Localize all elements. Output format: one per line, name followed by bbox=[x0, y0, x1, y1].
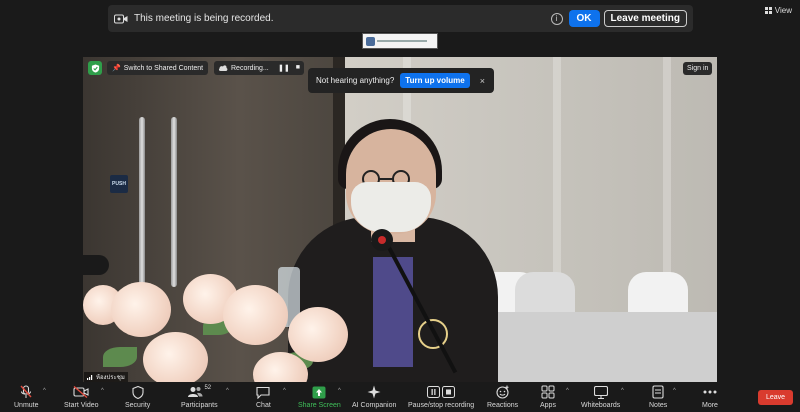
pin-icon: 📌 bbox=[112, 65, 121, 72]
unmute-button[interactable]: Unmute bbox=[14, 385, 39, 409]
microphone-left bbox=[83, 255, 109, 275]
participants-icon bbox=[188, 387, 203, 397]
chair bbox=[515, 272, 575, 317]
ai-companion-label: AI Companion bbox=[352, 402, 397, 409]
recording-label: Recording... bbox=[231, 64, 269, 72]
not-hearing-text: Not hearing anything? bbox=[316, 76, 395, 85]
whiteboards-button[interactable]: Whiteboards bbox=[581, 385, 620, 409]
start-video-button[interactable]: Start Video bbox=[64, 385, 99, 409]
stop-recording-icon[interactable]: ■ bbox=[296, 64, 300, 72]
recording-status: Recording... ❚❚ ■ bbox=[214, 61, 304, 75]
shared-content-thumbnail[interactable] bbox=[362, 33, 438, 49]
view-label: View bbox=[774, 6, 792, 15]
participant-count: 52 bbox=[204, 385, 212, 391]
notes-options-chevron-icon[interactable]: ^ bbox=[673, 388, 676, 394]
recording-banner: This meeting is being recorded. i OK Lea… bbox=[108, 5, 693, 32]
shield-icon bbox=[132, 385, 144, 399]
switch-to-shared-content-button[interactable]: 📌 Switch to Shared Content bbox=[107, 61, 209, 75]
notes-icon bbox=[652, 385, 664, 399]
reactions-icon bbox=[496, 385, 509, 399]
thumbnail-line bbox=[377, 40, 427, 42]
participant-video: PUSH bbox=[83, 57, 717, 382]
sign-in-button[interactable]: Sign in bbox=[683, 62, 713, 75]
video-off-icon bbox=[73, 386, 89, 398]
pause-recording-icon[interactable]: ❚❚ bbox=[278, 64, 290, 72]
flower bbox=[111, 282, 171, 337]
mic-muted-icon bbox=[20, 385, 32, 398]
ai-companion-icon bbox=[367, 385, 381, 399]
door-handle bbox=[171, 117, 177, 287]
leave-meeting-button[interactable]: Leave meeting bbox=[603, 10, 687, 27]
share-options-chevron-icon[interactable]: ^ bbox=[338, 388, 341, 394]
share-screen-label: Share Screen bbox=[298, 402, 341, 409]
microphone-head bbox=[371, 229, 393, 251]
flower bbox=[223, 285, 288, 345]
participants-label: Participants bbox=[181, 402, 218, 409]
person-shirt bbox=[373, 257, 413, 367]
participant-name-tag: ห้องประชุม bbox=[84, 372, 128, 382]
curtain bbox=[663, 57, 671, 277]
turn-up-volume-button[interactable]: Turn up volume bbox=[400, 73, 470, 88]
start-video-label: Start Video bbox=[64, 402, 99, 409]
curtain bbox=[553, 57, 561, 277]
notes-button[interactable]: Notes bbox=[649, 385, 667, 409]
apps-options-chevron-icon[interactable]: ^ bbox=[566, 388, 569, 394]
not-hearing-toast: Not hearing anything? Turn up volume × bbox=[308, 68, 494, 93]
apps-label: Apps bbox=[540, 402, 556, 409]
ok-button[interactable]: OK bbox=[568, 10, 600, 27]
pause-stop-recording-label: Pause/stop recording bbox=[408, 402, 475, 409]
chair bbox=[628, 272, 688, 317]
recording-camera-icon bbox=[114, 14, 128, 23]
flower-arrangement bbox=[83, 274, 363, 382]
chat-options-chevron-icon[interactable]: ^ bbox=[283, 388, 286, 394]
encryption-shield-icon[interactable] bbox=[88, 61, 102, 75]
switch-shared-label: Switch to Shared Content bbox=[123, 64, 204, 72]
unmute-label: Unmute bbox=[14, 402, 39, 409]
door-handle bbox=[139, 117, 145, 287]
recording-notice-text: This meeting is being recorded. bbox=[134, 13, 274, 24]
thumbnail-logo bbox=[366, 37, 375, 46]
more-button[interactable]: More bbox=[702, 385, 718, 409]
meeting-toolbar bbox=[0, 383, 800, 412]
video-options-chevron-icon[interactable]: ^ bbox=[101, 388, 104, 394]
view-button[interactable]: View bbox=[764, 6, 792, 15]
more-icon bbox=[703, 390, 717, 394]
security-button[interactable]: Security bbox=[125, 385, 150, 409]
audio-options-chevron-icon[interactable]: ^ bbox=[43, 388, 46, 394]
share-screen-button[interactable]: Share Screen bbox=[298, 385, 341, 409]
pause-stop-recording-button[interactable]: Pause/stop recording bbox=[408, 385, 474, 409]
participants-options-chevron-icon[interactable]: ^ bbox=[226, 388, 229, 394]
whiteboard-icon bbox=[593, 385, 608, 399]
whiteboards-options-chevron-icon[interactable]: ^ bbox=[621, 388, 624, 394]
chat-icon bbox=[256, 386, 270, 399]
apps-button[interactable]: Apps bbox=[540, 385, 556, 409]
signal-icon bbox=[87, 374, 93, 380]
flower bbox=[288, 307, 348, 362]
flower bbox=[143, 332, 208, 382]
chat-label: Chat bbox=[256, 402, 271, 409]
participant-name: ห้องประชุม bbox=[96, 375, 125, 381]
table bbox=[463, 312, 717, 382]
reactions-button[interactable]: Reactions bbox=[487, 385, 518, 409]
grid-icon bbox=[764, 7, 772, 14]
push-sign: PUSH bbox=[110, 175, 128, 193]
leaf bbox=[103, 347, 137, 367]
cloud-recording-icon bbox=[218, 65, 228, 71]
info-icon[interactable]: i bbox=[550, 12, 563, 25]
participants-button[interactable]: 52 Participants bbox=[181, 385, 218, 409]
whiteboards-label: Whiteboards bbox=[581, 402, 621, 409]
apps-icon bbox=[541, 385, 555, 399]
face-mask bbox=[351, 182, 431, 232]
security-label: Security bbox=[125, 402, 151, 409]
notes-label: Notes bbox=[649, 402, 668, 409]
pause-stop-icon bbox=[427, 386, 456, 398]
leave-button[interactable]: Leave bbox=[758, 390, 793, 405]
chat-button[interactable]: Chat bbox=[256, 385, 271, 409]
share-screen-icon bbox=[312, 386, 326, 398]
reactions-label: Reactions bbox=[487, 402, 519, 409]
ai-companion-button[interactable]: AI Companion bbox=[352, 385, 396, 409]
close-icon[interactable]: × bbox=[480, 76, 485, 86]
more-label: More bbox=[702, 402, 718, 409]
